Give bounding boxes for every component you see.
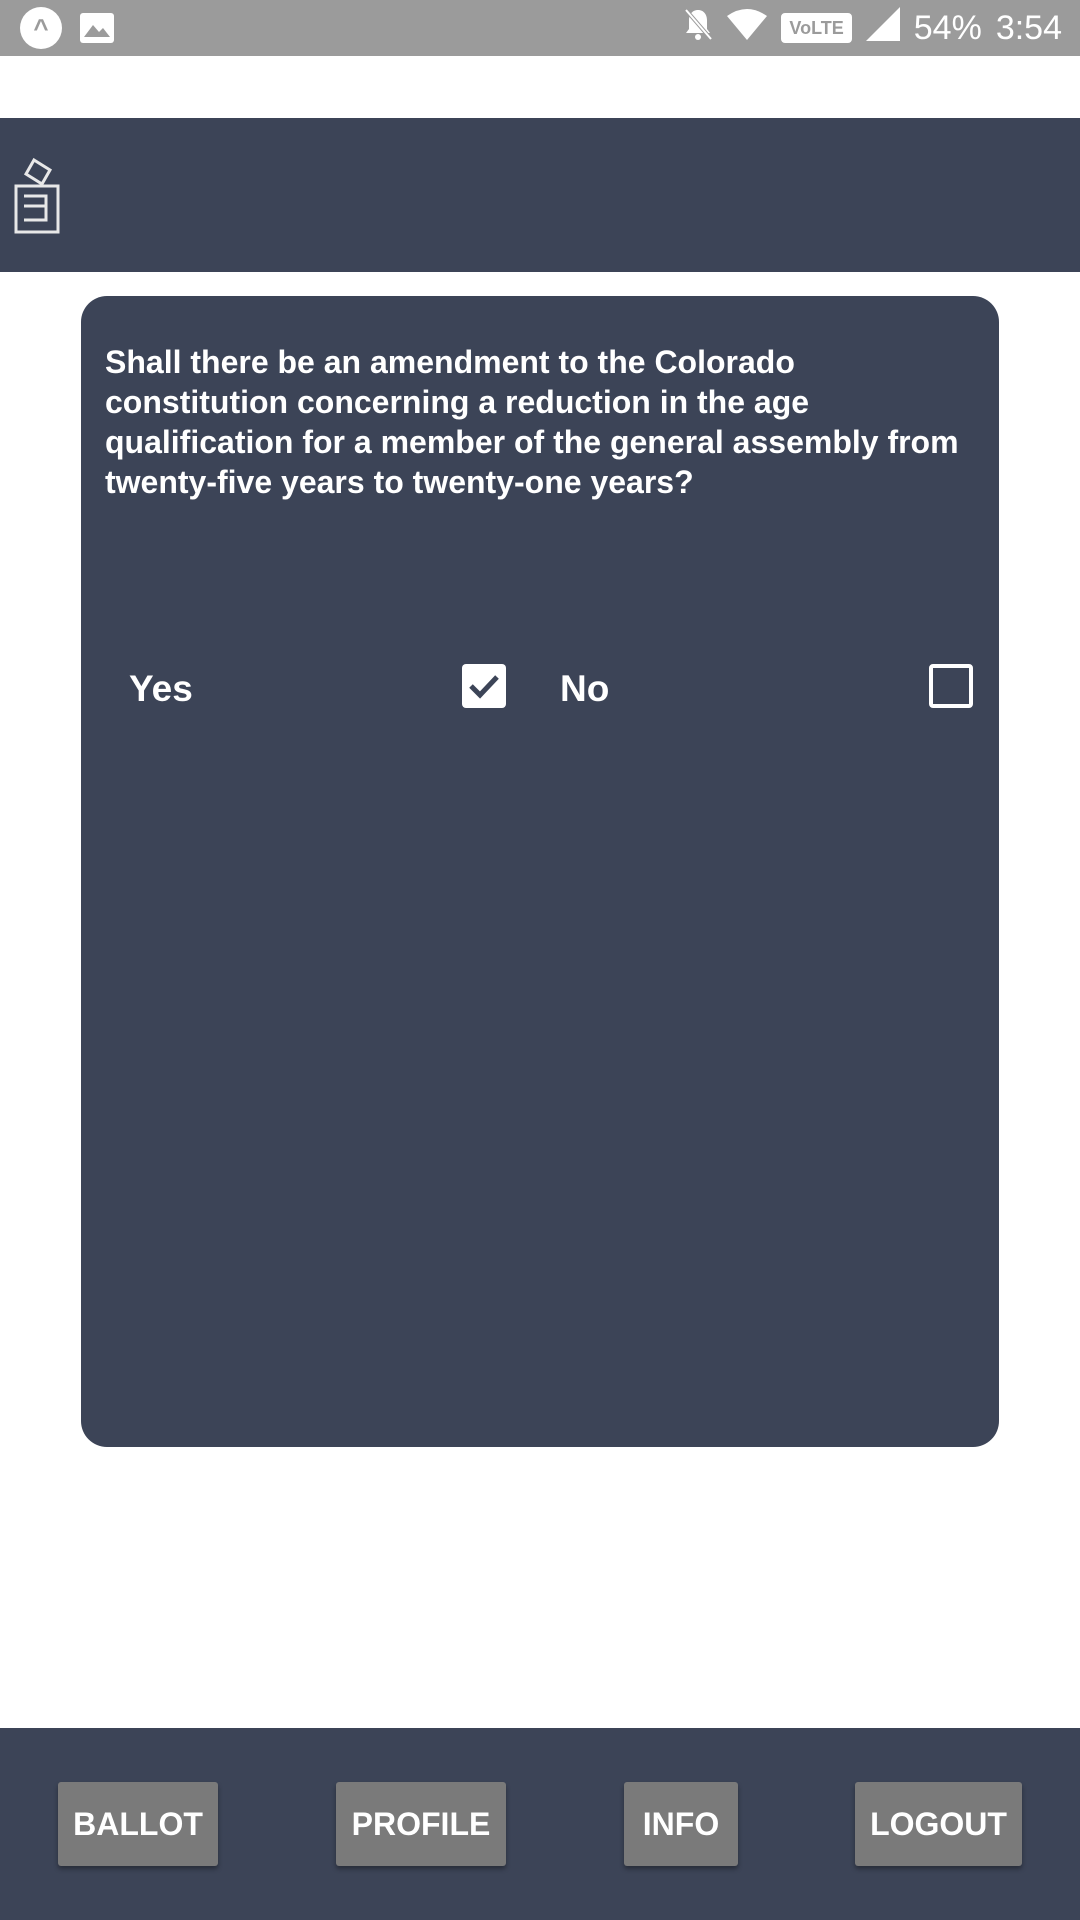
bottom-nav: BALLOT PROFILE INFO LOGOUT xyxy=(0,1728,1080,1920)
bell-muted-icon xyxy=(683,7,713,50)
profile-button[interactable]: PROFILE xyxy=(336,1782,506,1866)
ballot-card: Shall there be an amendment to the Color… xyxy=(81,296,999,1447)
clock-text: 3:54 xyxy=(995,8,1062,47)
volte-badge: VoLTE xyxy=(781,13,852,43)
signal-icon xyxy=(865,6,900,50)
image-icon xyxy=(80,13,114,43)
yes-checkbox[interactable] xyxy=(462,664,506,708)
option-no[interactable]: No xyxy=(560,664,973,714)
option-no-label: No xyxy=(560,668,610,709)
option-yes-label: Yes xyxy=(129,668,193,709)
app-header xyxy=(0,118,1080,272)
status-bar: ^ VoLTE 54% 3:54 xyxy=(0,0,1080,56)
ballot-question: Shall there be an amendment to the Color… xyxy=(105,344,959,500)
ballot-button[interactable]: BALLOT xyxy=(58,1782,218,1866)
battery-text: 54% xyxy=(913,8,982,47)
option-yes[interactable]: Yes xyxy=(129,664,519,714)
no-checkbox[interactable] xyxy=(929,664,973,708)
status-bar-right: VoLTE 54% 3:54 xyxy=(683,6,1062,50)
wifi-icon xyxy=(727,8,768,49)
status-bar-left: ^ xyxy=(20,7,114,49)
logout-button[interactable]: LOGOUT xyxy=(855,1782,1022,1866)
ballot-box-icon[interactable] xyxy=(12,156,62,236)
checkmark-icon xyxy=(469,675,499,699)
info-button[interactable]: INFO xyxy=(624,1782,738,1866)
app-notification-icon: ^ xyxy=(20,7,62,49)
